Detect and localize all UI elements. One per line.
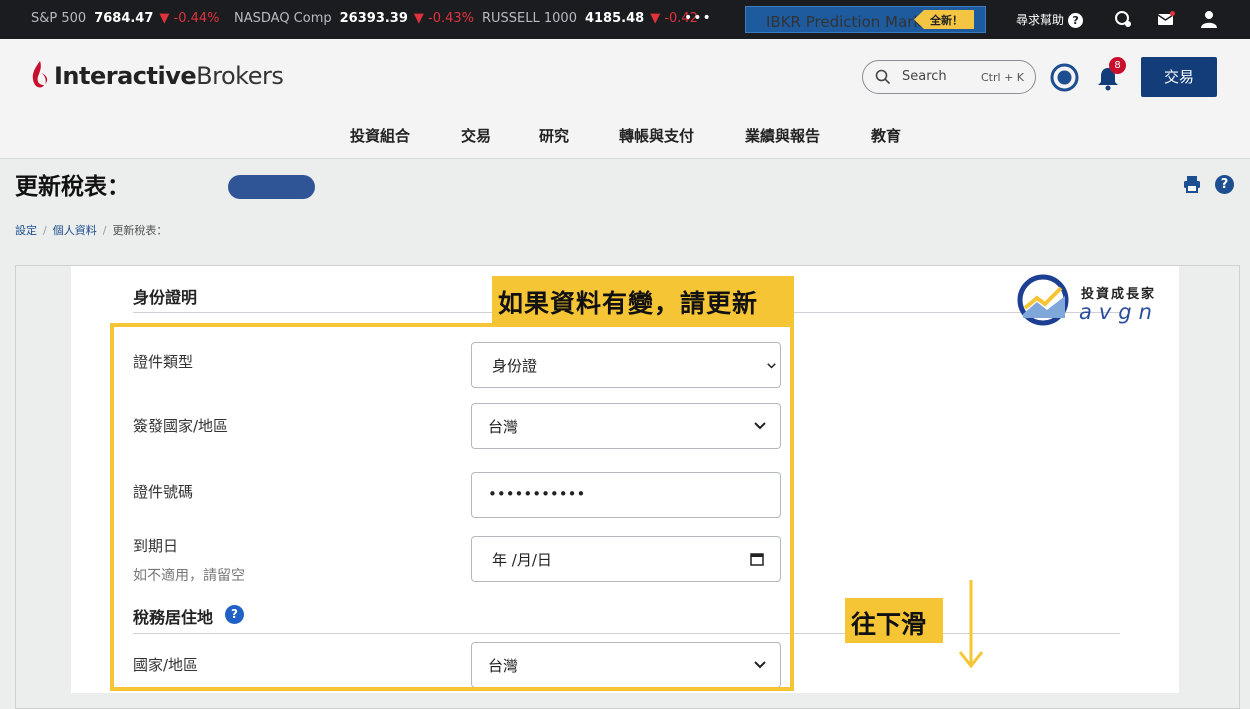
notification-count-badge: 8 xyxy=(1109,57,1126,74)
ib-logo[interactable]: InteractiveBrokers xyxy=(30,56,284,96)
nav-item-portfolio[interactable]: 投資組合 xyxy=(350,125,410,146)
breadcrumb: 設定 / 個人資料 / 更新稅表： xyxy=(15,224,168,237)
watermark-logo: 投資成長家 avgn xyxy=(1017,272,1169,328)
user-icon[interactable] xyxy=(1200,10,1218,28)
ticker-name: S&P 500 xyxy=(31,11,87,26)
help-link[interactable]: 尋求幫助? xyxy=(1016,11,1084,28)
ticker-value: 7684.47 xyxy=(94,11,154,26)
ticker-value: 26393.39 xyxy=(339,11,408,26)
breadcrumb-current: 更新稅表： xyxy=(112,224,168,237)
new-badge: 全新！ xyxy=(914,10,974,29)
market-ticker-bar: S&P 500 7684.47 ▼ -0.44% NASDAQ Comp 26393.… xyxy=(0,0,1250,39)
ticker-item[interactable]: NASDAQ Comp 26393.39 ▼ -0.43% xyxy=(234,11,474,26)
ticker-change: ▼ -0.44% xyxy=(159,11,220,26)
highlight-box xyxy=(110,323,794,691)
growth-logo-icon xyxy=(1017,274,1069,326)
arrow-down-icon xyxy=(958,580,984,669)
nav-item-education[interactable]: 教育 xyxy=(871,125,901,146)
ticker-name: NASDAQ Comp xyxy=(234,11,332,26)
search-input[interactable]: Search Ctrl + K xyxy=(862,60,1036,94)
page-title: 更新稅表： xyxy=(15,174,130,200)
logo-text-rest: Brokers xyxy=(196,62,284,90)
watermark-en-text: avgn xyxy=(1079,300,1159,324)
scroll-down-hint: 往下滑 xyxy=(845,598,943,643)
ib-flame-icon xyxy=(32,61,48,88)
search-shortcut: Ctrl + K xyxy=(981,71,1024,84)
ticker-item[interactable]: RUSSELL 1000 4185.48 ▼ -0.42 xyxy=(482,11,698,26)
identity-section-title: 身份證明 xyxy=(133,288,198,307)
ticker-name: RUSSELL 1000 xyxy=(482,11,577,26)
redacted-account-pill xyxy=(228,175,315,199)
help-icon[interactable]: ? xyxy=(1215,175,1234,194)
more-tickers-button[interactable]: ••• xyxy=(684,10,712,26)
ibkr-assistant-icon[interactable] xyxy=(1050,63,1079,92)
ticker-value: 4185.48 xyxy=(584,11,645,26)
question-icon: ? xyxy=(1068,13,1084,28)
chat-support-icon[interactable] xyxy=(1114,10,1132,28)
logo-text-bold: Interactive xyxy=(54,62,197,90)
nav-item-research[interactable]: 研究 xyxy=(539,125,569,146)
ticker-item[interactable]: S&P 500 7684.47 ▼ -0.44% xyxy=(31,11,220,26)
trade-button[interactable]: 交易 xyxy=(1141,57,1217,97)
ticker-change: ▼ -0.43% xyxy=(413,11,475,26)
nav-item-trade[interactable]: 交易 xyxy=(461,125,491,146)
site-header: InteractiveBrokers Search Ctrl + K 8 交易 … xyxy=(0,39,1250,159)
prediction-markets-promo[interactable]: IBKR Prediction Markets 全新！ xyxy=(745,6,986,33)
nav-item-transfer-pay[interactable]: 轉帳與支付 xyxy=(619,125,694,146)
help-label: 尋求幫助 xyxy=(1016,13,1065,27)
search-placeholder: Search xyxy=(902,69,947,84)
breadcrumb-profile[interactable]: 個人資料 xyxy=(53,224,97,237)
update-if-changed-banner: 如果資料有變，請更新 xyxy=(492,276,794,324)
print-icon[interactable] xyxy=(1183,175,1201,193)
breadcrumb-settings[interactable]: 設定 xyxy=(15,224,37,237)
nav-item-performance-reports[interactable]: 業績與報告 xyxy=(745,125,820,146)
search-icon xyxy=(875,69,891,85)
mail-icon[interactable] xyxy=(1157,10,1175,28)
